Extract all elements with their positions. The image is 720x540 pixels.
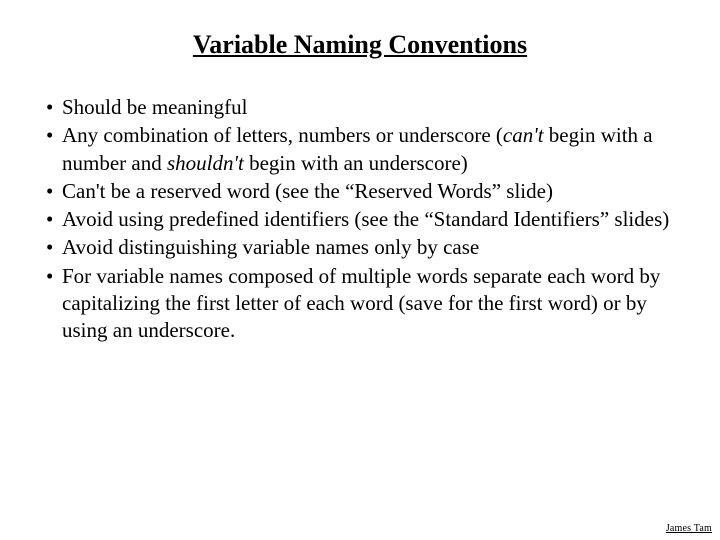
bullet-list: • Should be meaningful • Any combination… [46, 94, 674, 345]
bullet-marker-icon: • [46, 206, 62, 233]
bullet-marker-icon: • [46, 178, 62, 205]
list-item: • Any combination of letters, numbers or… [46, 122, 674, 177]
list-item: • Can't be a reserved word (see the “Res… [46, 178, 674, 205]
slide-content: Variable Naming Conventions • Should be … [0, 0, 720, 345]
list-item: • Avoid distinguishing variable names on… [46, 234, 674, 261]
italic-text: can't [503, 123, 544, 147]
bullet-text: Can't be a reserved word (see the “Reser… [62, 178, 674, 205]
bullet-text: Should be meaningful [62, 94, 674, 121]
list-item: • For variable names composed of multipl… [46, 263, 674, 345]
bullet-text: Avoid distinguishing variable names only… [62, 234, 674, 261]
bullet-text: Any combination of letters, numbers or u… [62, 122, 674, 177]
author-footer: James Tam [666, 523, 712, 534]
bullet-marker-icon: • [46, 122, 62, 177]
bullet-marker-icon: • [46, 234, 62, 261]
slide-title: Variable Naming Conventions [46, 30, 674, 60]
bullet-text: For variable names composed of multiple … [62, 263, 674, 345]
text-fragment: begin with an underscore) [244, 151, 468, 175]
list-item: • Avoid using predefined identifiers (se… [46, 206, 674, 233]
text-fragment: Any combination of letters, numbers or u… [62, 123, 503, 147]
bullet-marker-icon: • [46, 263, 62, 345]
italic-text: shouldn't [167, 151, 244, 175]
list-item: • Should be meaningful [46, 94, 674, 121]
bullet-text: Avoid using predefined identifiers (see … [62, 206, 674, 233]
bullet-marker-icon: • [46, 94, 62, 121]
